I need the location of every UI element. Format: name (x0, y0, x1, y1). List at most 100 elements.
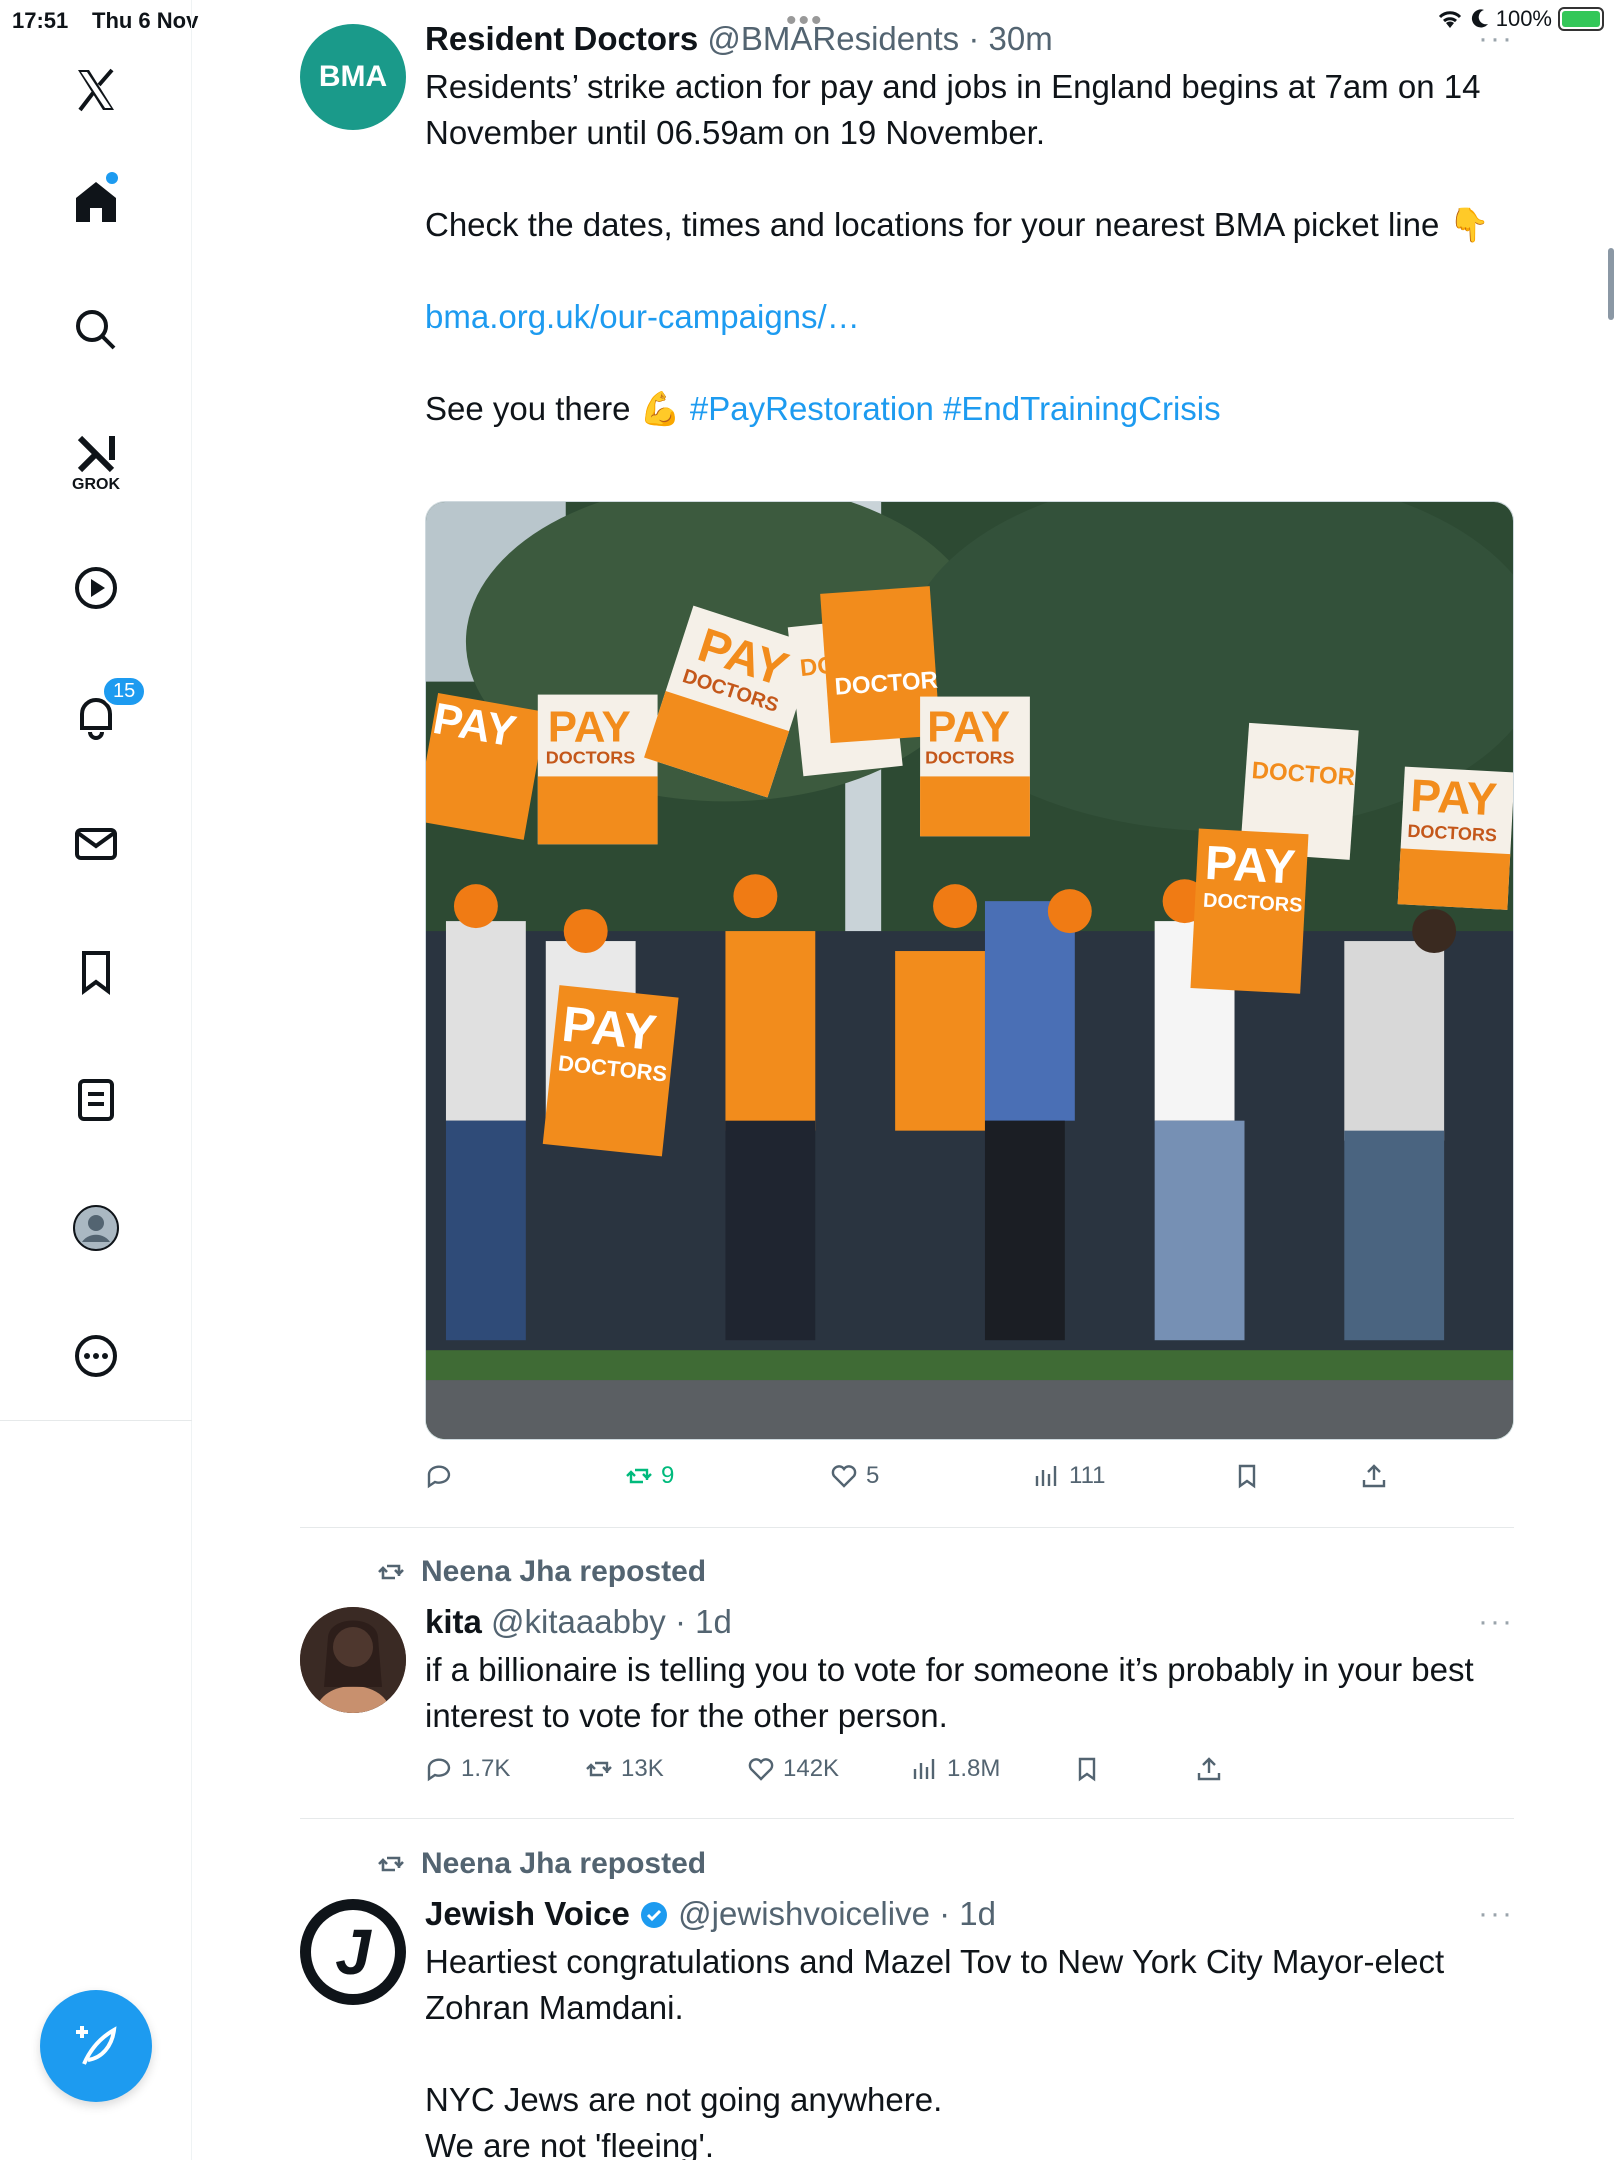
sign-doctors-text: DOCTORS (925, 747, 1014, 767)
mail-icon (75, 828, 117, 860)
views-icon (1035, 1466, 1057, 1486)
sidebar-item-bookmarks[interactable] (62, 938, 130, 1006)
hashtag-link[interactable]: #PayRestoration (690, 390, 934, 427)
author-handle[interactable]: @jewishvoicelive (678, 1895, 930, 1932)
sidebar-nav: GROK 15 (0, 0, 192, 2160)
like-button[interactable]: 142K (747, 1755, 839, 1783)
tweet-image[interactable]: PAY PAY DOCTORS PAY DOCTORS DOCTOR PAY D… (425, 501, 1514, 1440)
repost-icon (586, 1761, 612, 1777)
sign-pay-doctors: PAY DOCTORS (537, 694, 658, 845)
video-icon (75, 567, 117, 609)
sign-pay-doctors: PAY DOCTORS (542, 985, 679, 1157)
tweet-text: Heartiest congratulations and Mazel Tov … (425, 1939, 1514, 2160)
tweet-divider (300, 1818, 1514, 1819)
view-count: 111 (1069, 1462, 1106, 1489)
sign-pay-doctors: PAY DOCTORS (1397, 766, 1513, 910)
tweet-paragraph: Residents’ strike action for pay and job… (425, 68, 1481, 151)
avatar-photo (300, 1607, 406, 1713)
author-handle[interactable]: @BMAResidents (707, 20, 959, 57)
tweet-content: kita @kitaaabby · 1d if a billionaire is… (425, 1601, 1514, 1739)
tweet-header: kita @kitaaabby · 1d (425, 1603, 732, 1640)
compose-button[interactable] (40, 1990, 152, 2102)
tweet-link[interactable]: bma.org.uk/our-campaigns/… (425, 298, 860, 335)
home-icon (76, 182, 116, 222)
avatar[interactable]: BMA (300, 24, 406, 130)
like-count: 5 (866, 1462, 880, 1489)
tweet-text: Residents’ strike action for pay and job… (425, 64, 1514, 432)
grok-label: GROK (72, 476, 120, 493)
avatar[interactable] (300, 1607, 406, 1713)
battery-icon (1558, 7, 1604, 31)
tweet-time[interactable]: 1d (695, 1603, 732, 1640)
x-logo-icon[interactable] (62, 56, 130, 124)
tweet-paragraph: We are not 'fleeing'. (425, 2127, 714, 2160)
avatar-text: J (335, 1916, 371, 1988)
sidebar-item-grok[interactable]: GROK (62, 420, 130, 493)
like-count: 142K (783, 1755, 840, 1782)
share-button[interactable] (1360, 1462, 1388, 1490)
tweet-time[interactable]: 1d (959, 1895, 996, 1932)
sidebar-item-notifications[interactable]: 15 (62, 676, 147, 750)
reply-button[interactable]: 1.7K (425, 1755, 510, 1783)
sign-pay-text: PAY (1409, 769, 1498, 825)
more-options-icon[interactable]: ··· (1478, 22, 1514, 56)
reply-button[interactable] (425, 1462, 461, 1490)
avatar-text: BMA (318, 60, 388, 93)
sidebar-item-messages[interactable] (62, 810, 130, 878)
sign-doctors-text: DOCTORS (546, 747, 635, 767)
share-icon (1197, 1757, 1221, 1781)
tweet-header: Resident Doctors @BMAResidents · 30m (425, 20, 1053, 57)
tweet-paragraph: Check the dates, times and locations for… (425, 206, 1490, 243)
bookmark-button[interactable] (1073, 1755, 1101, 1783)
repost-icon (378, 1856, 404, 1872)
sign-pay-doctors: PAY DOCTORS (1190, 828, 1309, 994)
tweet-time[interactable]: 30m (988, 20, 1052, 57)
tweet-divider (300, 1527, 1514, 1528)
author-handle[interactable]: @kitaaabby (491, 1603, 666, 1640)
repost-label[interactable]: Neena Jha reposted (421, 1847, 706, 1881)
bookmark-button[interactable] (1233, 1462, 1261, 1490)
sidebar-item-more[interactable] (62, 1322, 130, 1390)
avatar-inner: J (311, 1910, 395, 1994)
tweet-paragraph: if a billionaire is telling you to vote … (425, 1651, 1474, 1734)
tweet-paragraph: See you there 💪 (425, 390, 681, 427)
sidebar-item-profile[interactable] (62, 1194, 130, 1262)
sidebar-item-lists[interactable] (62, 1066, 130, 1134)
compose-feather-icon (76, 2026, 117, 2065)
author-name[interactable]: Resident Doctors (425, 20, 698, 57)
author-name[interactable]: Jewish Voice (425, 1895, 630, 1932)
sidebar-item-home[interactable] (62, 168, 130, 236)
bookmark-icon (1078, 1757, 1096, 1782)
repost-indicator: Neena Jha reposted (375, 1555, 706, 1589)
views-button[interactable]: 111 (1033, 1462, 1105, 1490)
sign-pay-doctors: PAY DOCTORS (920, 696, 1030, 837)
tweet-content: Jewish Voice @jewishvoicelive · 1d Heart… (425, 1893, 1514, 2160)
like-button[interactable]: 5 (830, 1462, 879, 1490)
repost-count: 9 (661, 1462, 675, 1489)
hashtag-link[interactable]: #EndTrainingCrisis (943, 390, 1221, 427)
view-count: 1.8M (947, 1755, 1001, 1782)
more-options-icon[interactable]: ··· (1478, 1605, 1514, 1639)
sidebar-item-video[interactable] (62, 554, 130, 622)
scrollbar-thumb[interactable] (1608, 248, 1614, 320)
verified-badge-icon (641, 1902, 667, 1928)
views-button[interactable]: 1.8M (911, 1755, 1000, 1783)
profile-icon (73, 1205, 119, 1251)
list-icon (78, 1079, 114, 1121)
repost-button[interactable]: 13K (585, 1755, 664, 1783)
search-icon (76, 310, 116, 350)
sign-pay-text: PAY (927, 702, 1010, 751)
tweet-header: Jewish Voice @jewishvoicelive · 1d (425, 1895, 996, 1932)
repost-icon (626, 1468, 652, 1484)
repost-label[interactable]: Neena Jha reposted (421, 1555, 706, 1589)
sidebar-item-search[interactable] (62, 296, 130, 364)
grok-icon (77, 435, 115, 473)
more-options-icon[interactable]: ··· (1478, 1897, 1514, 1931)
notification-badge: 15 (102, 676, 147, 707)
more-icon (75, 1335, 117, 1377)
author-name[interactable]: kita (425, 1603, 482, 1640)
repost-button[interactable]: 9 (625, 1462, 674, 1490)
repost-count: 13K (621, 1755, 664, 1782)
avatar[interactable]: J (300, 1899, 406, 2005)
share-button[interactable] (1195, 1755, 1223, 1783)
